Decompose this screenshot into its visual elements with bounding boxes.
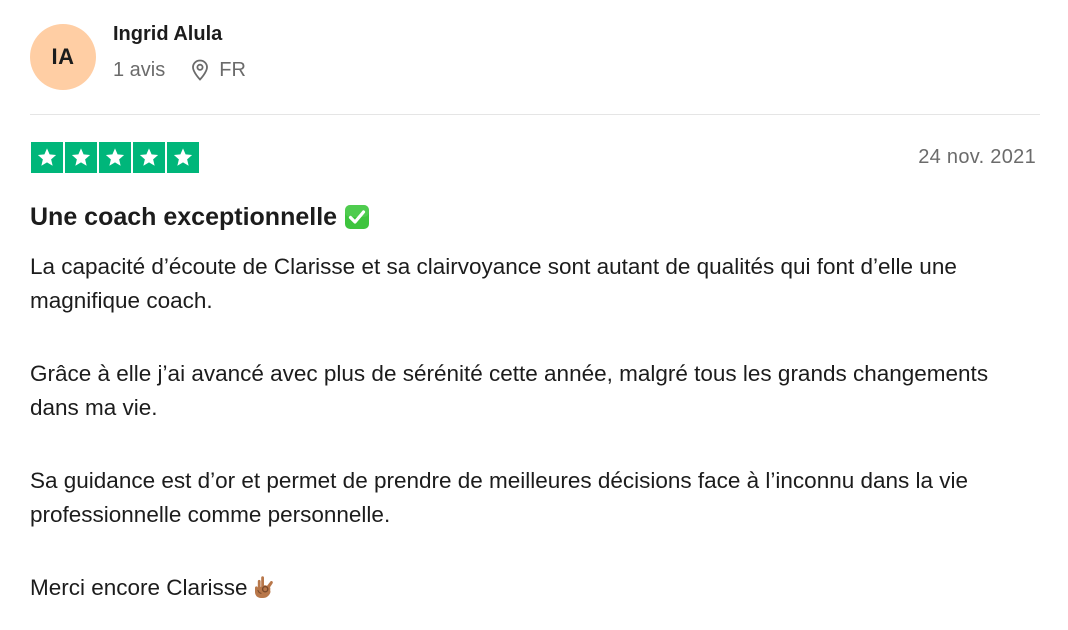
star-icon bbox=[133, 142, 165, 173]
review-title[interactable]: Une coach exceptionnelle bbox=[30, 200, 370, 234]
review-date: 24 nov. 2021 bbox=[918, 146, 1036, 168]
review-paragraph-closing: Merci encore Clarisse bbox=[30, 571, 1040, 605]
divider bbox=[30, 114, 1040, 115]
reviewer-name[interactable]: Ingrid Alula bbox=[113, 22, 222, 46]
star-icon bbox=[99, 142, 131, 173]
review-body: La capacité d’écoute de Clarisse et sa c… bbox=[30, 250, 1040, 605]
star-icon bbox=[167, 142, 199, 173]
review-paragraph: Grâce à elle j’ai avancé avec plus de sé… bbox=[30, 361, 989, 420]
star-icon bbox=[31, 142, 63, 173]
review-closing-text: Merci encore Clarisse bbox=[30, 575, 248, 600]
star-rating bbox=[31, 142, 199, 173]
ok-hand-icon bbox=[252, 574, 276, 600]
star-icon bbox=[65, 142, 97, 173]
reviews-count: 1 avis bbox=[113, 59, 166, 81]
location-pin-icon bbox=[189, 58, 211, 82]
avatar[interactable]: IA bbox=[30, 24, 96, 90]
reviewer-header: IA Ingrid Alula 1 avis FR bbox=[30, 18, 1040, 90]
reviewer-meta: 1 avis FR bbox=[113, 58, 246, 82]
review-title-text[interactable]: Une coach exceptionnelle bbox=[30, 200, 337, 234]
review-paragraph: La capacité d’écoute de Clarisse et sa c… bbox=[30, 254, 957, 313]
reviewer-country: FR bbox=[219, 59, 246, 81]
review-paragraph: Sa guidance est d’or et permet de prendr… bbox=[30, 468, 969, 527]
check-mark-button-icon bbox=[344, 204, 370, 230]
